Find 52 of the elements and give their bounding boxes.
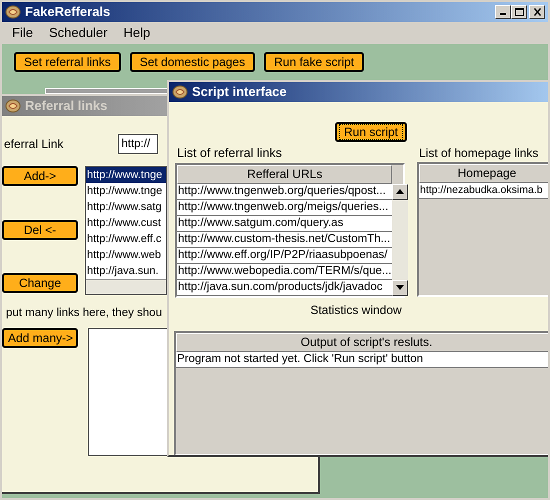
toolbar-button[interactable]: Set referral links (14, 52, 121, 72)
column-header[interactable]: Output of script's resluts. (176, 332, 548, 352)
list-item[interactable]: http://www.web (86, 247, 166, 263)
toolbar-button[interactable]: Run fake script (264, 52, 364, 72)
section-label: List of referral links (176, 145, 283, 162)
table-cell[interactable]: http://www.tngenweb.org/meigs/queries... (177, 200, 392, 216)
table-cell[interactable]: http://www.satgum.com/query.as (177, 216, 392, 232)
close-button[interactable] (529, 5, 545, 19)
app-logo-icon (5, 99, 21, 113)
close-icon (534, 8, 540, 16)
list-item[interactable]: http://www.tnge (86, 183, 166, 199)
menu-item[interactable]: Scheduler (42, 22, 114, 44)
list-button[interactable]: Del <- (2, 220, 78, 240)
list-button[interactable]: Change (2, 273, 78, 293)
menu-item[interactable]: File (6, 22, 39, 44)
table-cell[interactable]: http://java.sun.com/products/jdk/javadoc (177, 280, 392, 296)
list-item[interactable]: http://www.tnge (86, 167, 166, 183)
list-item[interactable]: http://www.satg (86, 199, 166, 215)
section-label: Statistics window (309, 302, 403, 319)
app-logo-icon (5, 5, 21, 19)
list-item[interactable]: http://www.cust (86, 215, 166, 231)
window-title: FakeRefferals (25, 3, 110, 22)
link-list[interactable]: http://www.tnge http://www.tnge http://www.satg http://www.cust http://www.eff.c http://www.web http://java.sun. (85, 166, 167, 295)
table-cell[interactable]: http://nezabudka.oksima.b (419, 183, 548, 199)
horizontal-scrollbar[interactable] (86, 279, 166, 294)
section-label: List of homepage links (418, 145, 540, 162)
list-button[interactable]: Add-> (2, 166, 78, 186)
minimize-button[interactable] (495, 5, 511, 19)
table-cell[interactable]: http://www.webopedia.com/TERM/s/que... (177, 264, 392, 280)
app-logo-icon (172, 85, 188, 99)
add-many-button[interactable]: Add many-> (2, 328, 78, 348)
field-label: eferral Link (4, 136, 64, 153)
list-item[interactable]: http://java.sun. (86, 263, 166, 279)
toolbar-button[interactable]: Set domestic pages (130, 52, 256, 72)
vertical-scrollbar[interactable] (392, 184, 408, 296)
menu-item[interactable]: Help (118, 22, 156, 44)
maximize-button[interactable] (511, 5, 527, 19)
column-header[interactable]: Refferal URLs (177, 164, 392, 184)
table-cell[interactable]: http://www.eff.org/IP/P2P/riaasubpoenas/ (177, 248, 392, 264)
scroll-down-icon (396, 285, 404, 290)
run-script-button[interactable]: Run script (334, 122, 408, 142)
column-header[interactable]: Homepage (419, 164, 548, 183)
frame-title: Referral links (25, 97, 108, 116)
table-cell[interactable]: Program not started yet. Click 'Run script' button (176, 352, 548, 368)
list-item[interactable]: http://www.eff.c (86, 231, 166, 247)
frame-title-bar[interactable]: Script interface (169, 82, 548, 102)
scroll-up-icon (396, 189, 404, 194)
minimize-icon (500, 13, 506, 15)
maximize-icon (514, 8, 524, 16)
table-cell[interactable]: http://www.tngenweb.org/queries/qpost... (177, 184, 392, 200)
link-input-field[interactable]: http:// (118, 134, 158, 154)
table-cell[interactable]: http://www.custom-thesis.net/CustomTh... (177, 232, 392, 248)
